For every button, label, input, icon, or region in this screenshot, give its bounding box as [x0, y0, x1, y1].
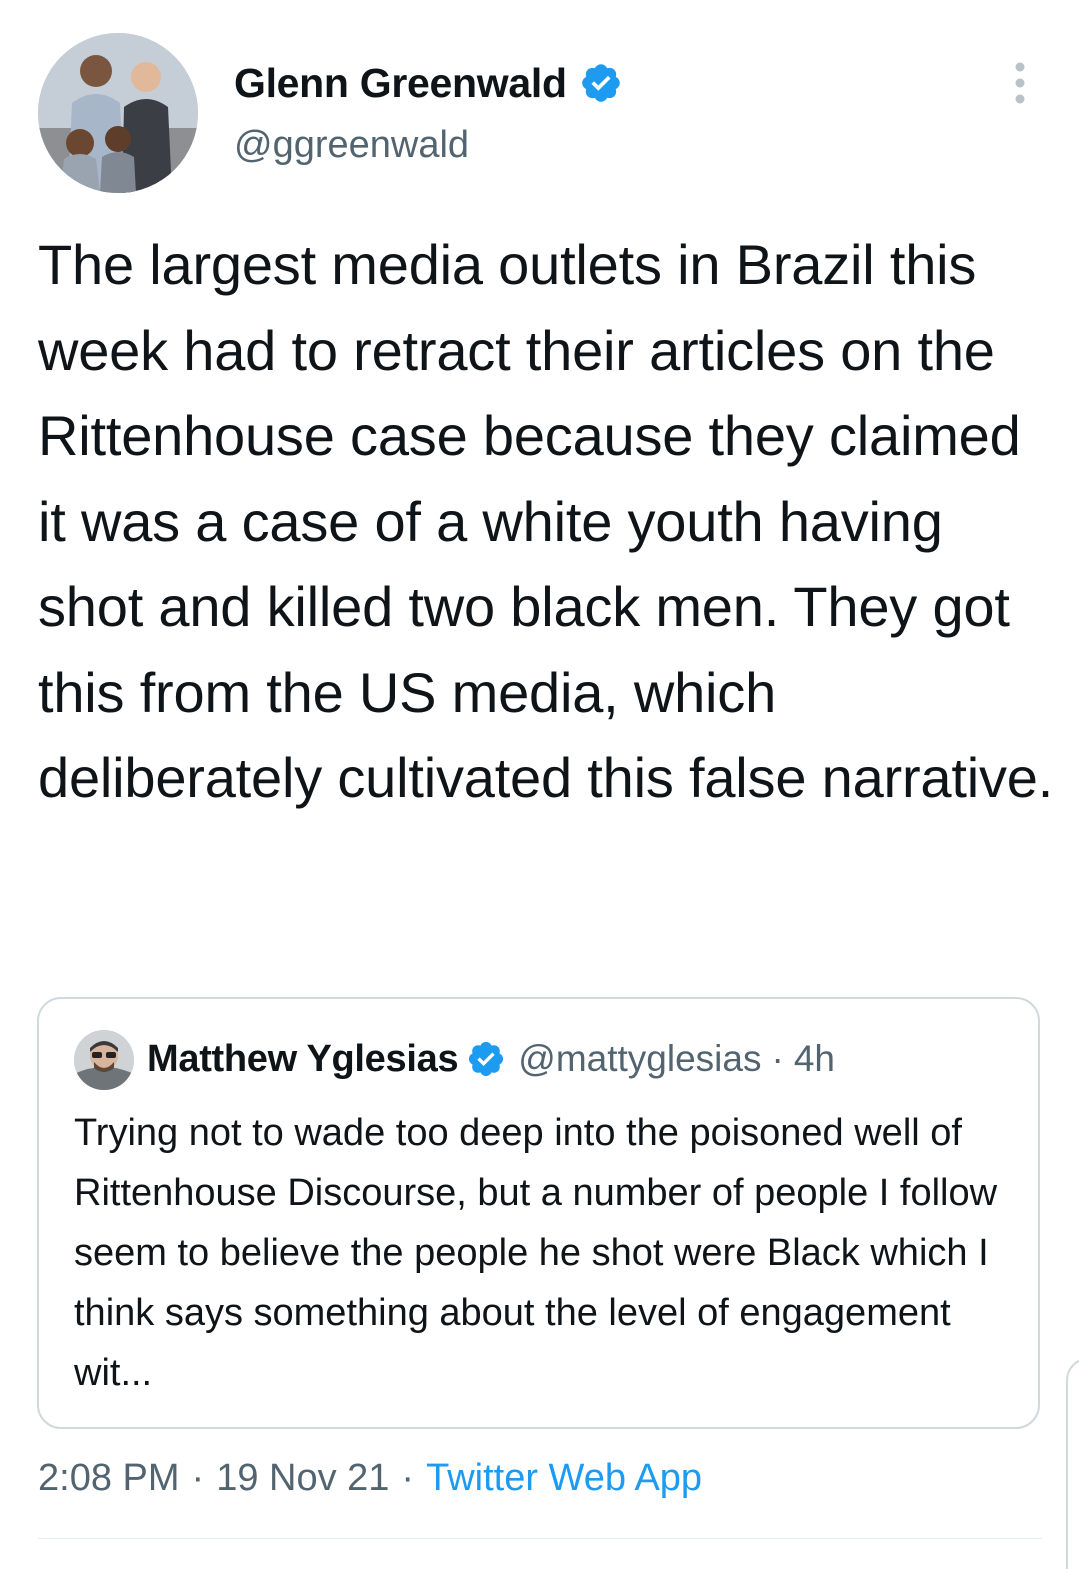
quoted-author-name[interactable]: Matthew Yglesias: [147, 1038, 459, 1081]
author-name-row[interactable]: Glenn Greenwald: [234, 58, 623, 108]
quoted-author-handle[interactable]: @mattyglesias: [518, 1038, 761, 1080]
avatar-photo: [38, 33, 198, 193]
tweet-meta: 2:08 PM · 19 Nov 21 · Twitter Web App: [38, 1450, 702, 1506]
quoted-author-avatar[interactable]: [74, 1030, 134, 1090]
quoted-timestamp[interactable]: 4h: [794, 1038, 835, 1080]
tweet-text: The largest media outlets in Brazil this…: [38, 233, 1054, 809]
verified-badge-icon: [581, 64, 620, 102]
quoted-tweet-text: Trying not to wade too deep into the poi…: [74, 1112, 998, 1394]
meta-separator: ·: [191, 1456, 205, 1499]
divider: [38, 1538, 1042, 1539]
tweet: Glenn Greenwald @ggreenwald The largest …: [0, 0, 1079, 1569]
author-name[interactable]: Glenn Greenwald: [234, 60, 567, 107]
author-avatar[interactable]: [38, 33, 198, 193]
tweet-time[interactable]: 2:08 PM: [38, 1457, 180, 1500]
more-options-button[interactable]: [1002, 60, 1038, 106]
meta-separator: ·: [401, 1456, 415, 1499]
author-handle[interactable]: @ggreenwald: [234, 124, 469, 167]
tweet-date[interactable]: 19 Nov 21: [216, 1457, 389, 1500]
quoted-tweet-header: Matthew Yglesias @mattyglesias · 4h: [147, 1035, 835, 1083]
edge-decoration: [1066, 1358, 1079, 1569]
more-vertical-icon: [1015, 62, 1025, 104]
tweet-source-link[interactable]: Twitter Web App: [426, 1457, 702, 1500]
quoted-separator: ·: [771, 1038, 784, 1079]
quoted-avatar-photo: [74, 1030, 134, 1090]
verified-badge-icon: [469, 1041, 504, 1077]
quoted-tweet-card[interactable]: Matthew Yglesias @mattyglesias · 4h Tryi…: [37, 997, 1040, 1429]
